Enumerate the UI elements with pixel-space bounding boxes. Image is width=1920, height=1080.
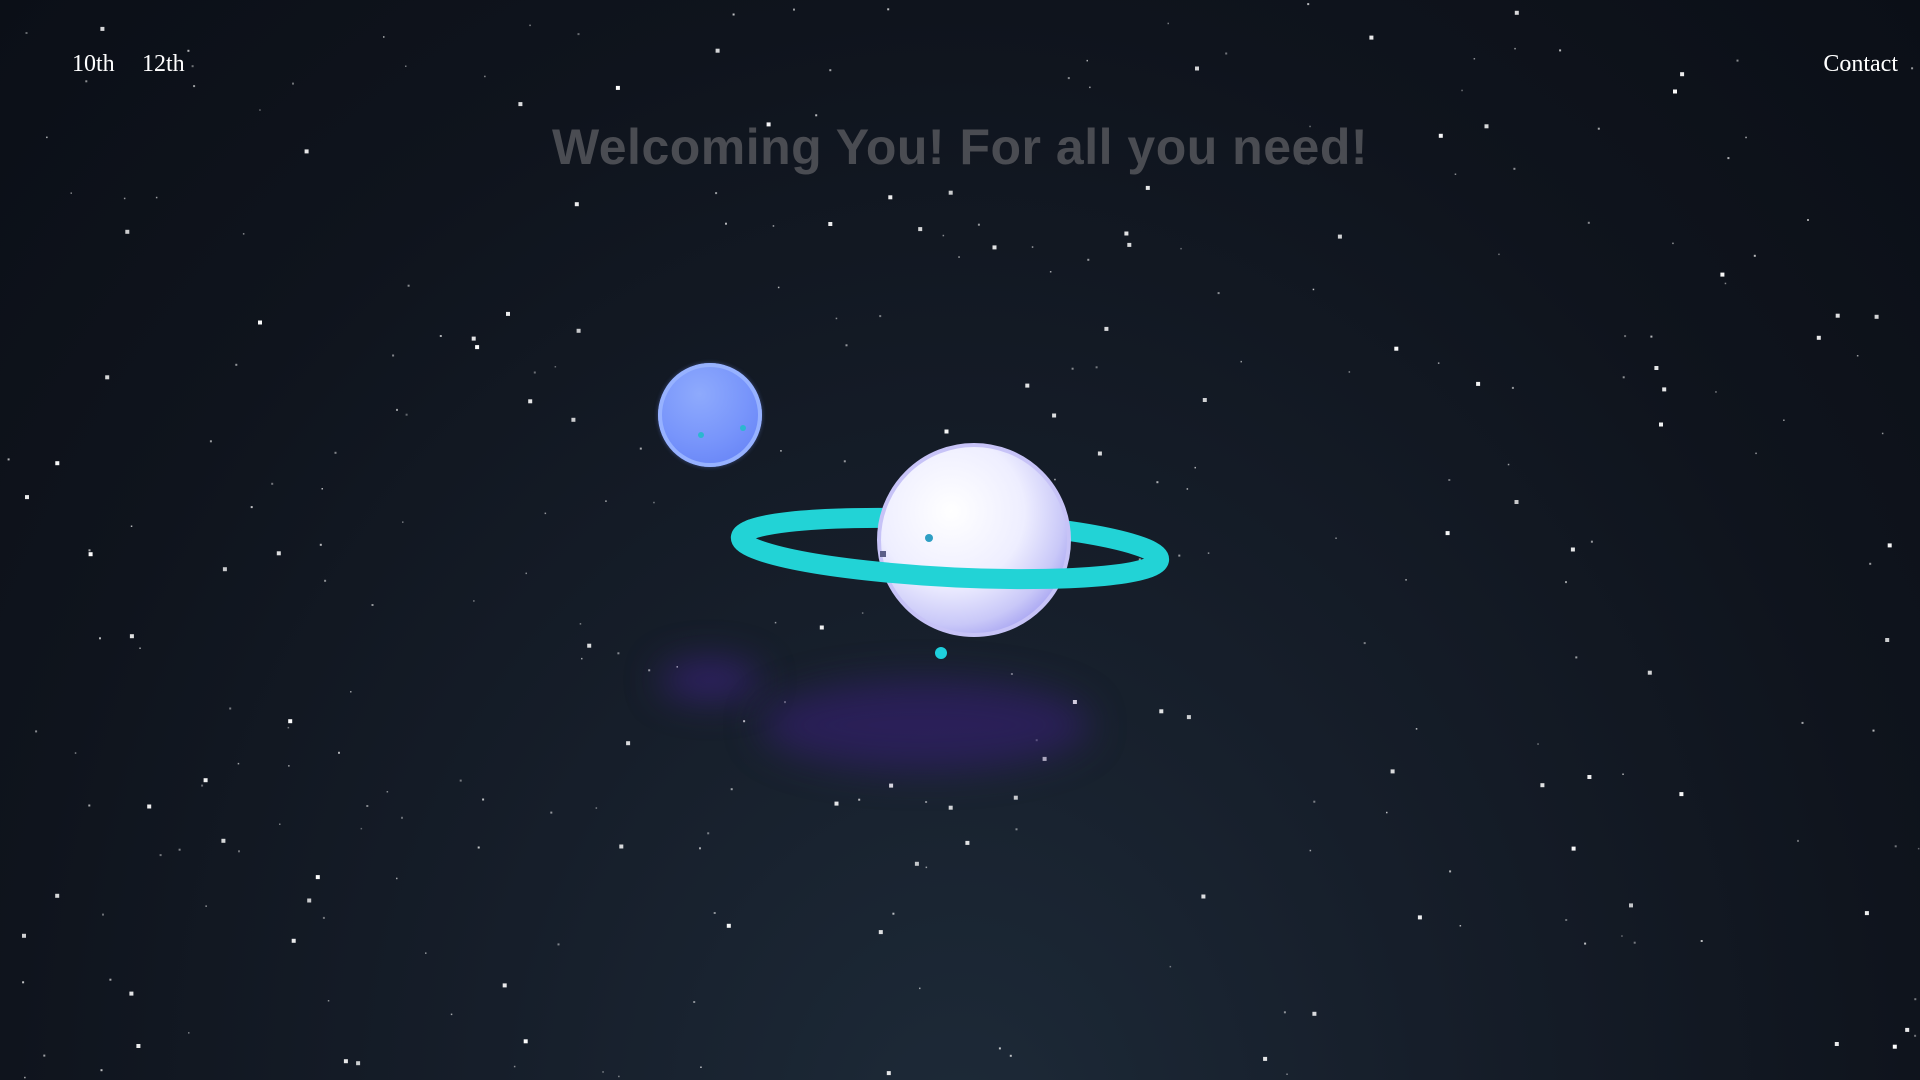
planet-body [877,443,1071,637]
floating-particle [935,647,947,659]
hero-headline: Welcoming You! For all you need! [551,119,1369,175]
nav-link-contact[interactable]: Contact [1823,44,1898,84]
nav-link-12th[interactable]: 12th [142,44,185,84]
planet-spot [925,534,933,542]
top-nav: 10th 12th Contact [0,44,1920,84]
ring-debris [880,551,886,557]
nav-link-10th[interactable]: 10th [72,44,115,84]
